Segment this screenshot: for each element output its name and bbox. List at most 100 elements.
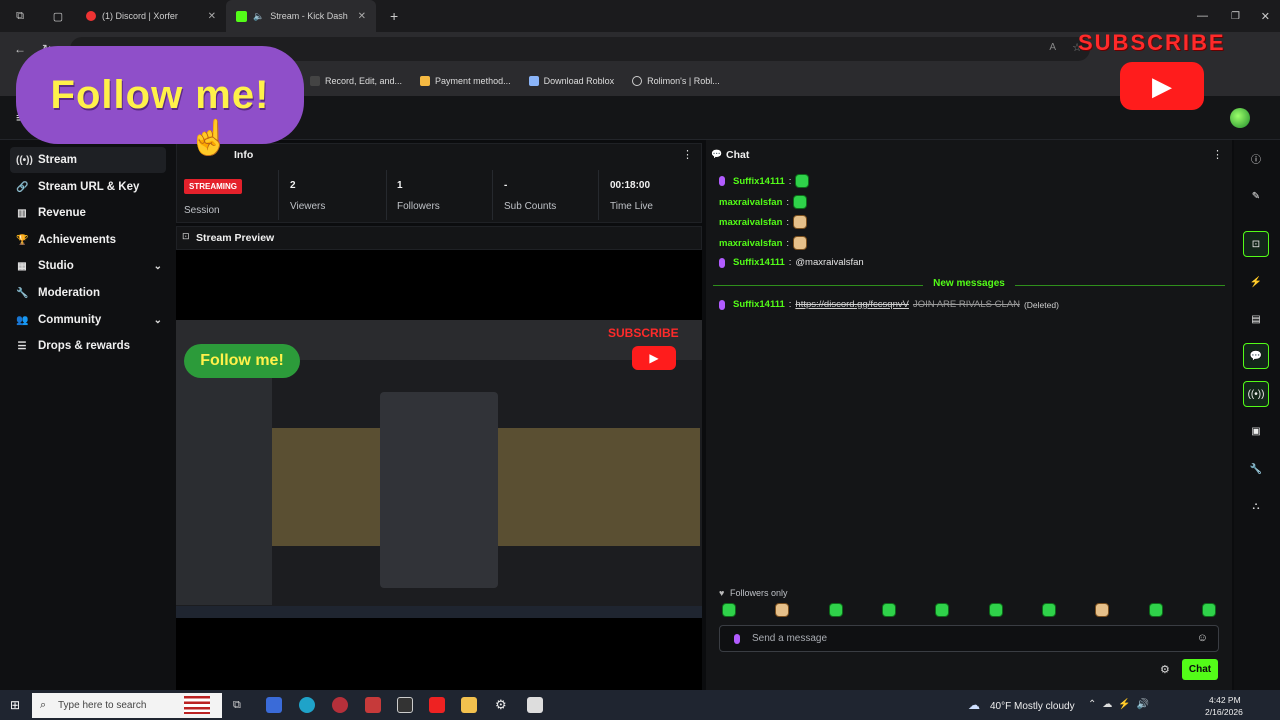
- taskbar-search[interactable]: ⌕ Type here to search: [32, 693, 222, 718]
- emote-icon[interactable]: [775, 603, 790, 617]
- stream-preview-toggle-icon[interactable]: ⊡: [1243, 231, 1269, 257]
- edit-icon[interactable]: ✎: [1243, 183, 1269, 209]
- chat-username[interactable]: maxraivalsfan: [719, 217, 782, 228]
- chat-send-button[interactable]: Chat: [1182, 659, 1218, 680]
- youtube-taskbar-icon[interactable]: [429, 697, 445, 713]
- sidebar-item-stream-url-key[interactable]: 🔗 Stream URL & Key: [10, 174, 166, 200]
- flag-icon: [184, 696, 210, 714]
- emote-icon[interactable]: [935, 603, 950, 617]
- bookmark-record[interactable]: Record, Edit, and...: [310, 76, 402, 86]
- clock-time[interactable]: 4:42 PM: [1209, 695, 1241, 705]
- bookmark-roblox[interactable]: Download Roblox: [528, 76, 614, 86]
- subscribe-text: SUBSCRIBE: [1078, 30, 1226, 55]
- app-taskbar-icon[interactable]: [365, 697, 381, 713]
- emote-icon[interactable]: [722, 603, 736, 617]
- chat-options-icon[interactable]: ⋮: [1212, 148, 1223, 161]
- layout-icon[interactable]: ▣: [1243, 418, 1269, 444]
- chat-icon: 💬: [711, 149, 723, 159]
- chat-username[interactable]: Suffix14111: [733, 176, 785, 187]
- app-taskbar-icon[interactable]: [397, 697, 413, 713]
- bookmark-payment[interactable]: Payment method...: [420, 76, 511, 86]
- flash-icon[interactable]: ⚡: [1243, 269, 1269, 295]
- chat-message: maxraivalsfan:: [719, 215, 808, 229]
- more-options-icon[interactable]: ⋮: [682, 148, 693, 161]
- tab-discord[interactable]: (1) Discord | Xorfer ✕: [76, 0, 226, 32]
- back-icon[interactable]: ←: [14, 42, 26, 56]
- emote-icon[interactable]: [881, 603, 896, 617]
- wrench-icon[interactable]: 🔧: [1243, 456, 1269, 482]
- weather-text[interactable]: 40°F Mostly cloudy: [990, 701, 1075, 712]
- emote-icon: [793, 195, 808, 209]
- read-aloud-icon[interactable]: A: [1049, 42, 1056, 53]
- restore-icon[interactable]: ❐: [1231, 11, 1240, 22]
- new-tab-icon[interactable]: +: [390, 8, 398, 24]
- emote-icon[interactable]: [828, 603, 843, 617]
- notes-icon[interactable]: ▤: [1243, 306, 1269, 332]
- store-icon[interactable]: [527, 697, 543, 713]
- mic-icon: [734, 634, 740, 644]
- share-icon[interactable]: ⛬: [1243, 493, 1269, 519]
- status-badge: STREAMING: [184, 179, 242, 194]
- search-icon: ⌕: [40, 699, 47, 711]
- followers-only-label: Followers only: [730, 588, 788, 598]
- sidebar-item-stream[interactable]: ((•)) Stream: [10, 147, 166, 173]
- youtube-icon: ▶: [1120, 62, 1204, 110]
- chat-input[interactable]: Send a message ☺: [719, 625, 1219, 652]
- emote-icon[interactable]: [988, 603, 1003, 617]
- tab-actions-icon[interactable]: ▢: [40, 10, 76, 23]
- emote-icon[interactable]: [1148, 603, 1163, 617]
- bookmark-rolimons[interactable]: Rolimon's | Robl...: [632, 76, 720, 86]
- emoji-icon[interactable]: ☺: [1197, 632, 1208, 644]
- right-rail: [1234, 140, 1280, 690]
- chat-link[interactable]: https://discord.gg/fccsqnvV: [795, 299, 909, 310]
- emote-icon: [793, 236, 808, 250]
- chat-settings-icon[interactable]: ⚙: [1160, 663, 1170, 676]
- stat-viewers-label: Viewers: [290, 201, 326, 212]
- emote-icon[interactable]: [1201, 603, 1216, 617]
- mini-youtube-icon: ▶: [632, 346, 676, 370]
- avatar[interactable]: [1230, 108, 1250, 128]
- sidebar-item-revenue[interactable]: ▥ Revenue: [10, 200, 166, 226]
- wrench-icon: 🔧: [16, 287, 29, 299]
- chat-username[interactable]: maxraivalsfan: [719, 197, 782, 208]
- workspaces-icon[interactable]: ⧉: [0, 10, 40, 23]
- chat-username[interactable]: maxraivalsfan: [719, 238, 782, 249]
- clock-date[interactable]: 2/16/2026: [1205, 707, 1243, 717]
- close-tab-icon[interactable]: ✕: [358, 11, 366, 22]
- close-tab-icon[interactable]: ✕: [208, 11, 216, 22]
- close-window-icon[interactable]: ✕: [1261, 10, 1270, 23]
- app-taskbar-icon[interactable]: [266, 697, 282, 713]
- people-icon: 👥: [16, 314, 29, 326]
- sidebar-item-studio[interactable]: ▦ Studio ⌄: [10, 253, 166, 279]
- audio-icon[interactable]: 🔈: [253, 11, 264, 22]
- sidebar-item-drops-rewards[interactable]: ☰ Drops & rewards: [10, 333, 166, 359]
- windows-start-icon[interactable]: ⊞: [10, 698, 20, 712]
- tab-kick[interactable]: 🔈 Stream - Kick Dash ✕: [226, 0, 376, 32]
- task-view-icon[interactable]: ⧉: [233, 699, 241, 712]
- broadcast-toggle-icon[interactable]: ((•)): [1243, 381, 1269, 407]
- emote-icon[interactable]: [1095, 603, 1110, 617]
- info-icon[interactable]: ⓘ: [1243, 145, 1269, 171]
- emote-icon[interactable]: [1041, 603, 1056, 617]
- play-icon: ▶: [1152, 70, 1172, 101]
- stat-subs-label: Sub Counts: [504, 201, 557, 212]
- sidebar-item-moderation[interactable]: 🔧 Moderation: [10, 280, 166, 306]
- chat-message: Suffix14111:: [719, 174, 810, 188]
- chat-username[interactable]: Suffix14111: [733, 257, 785, 268]
- sidebar-item-achievements[interactable]: 🏆 Achievements: [10, 227, 166, 253]
- folder-icon[interactable]: [461, 697, 477, 713]
- bookmark-icon: [310, 76, 320, 86]
- chevron-down-icon[interactable]: ⌄: [154, 261, 162, 272]
- sidebar-item-community[interactable]: 👥 Community ⌄: [10, 307, 166, 333]
- settings-icon[interactable]: ⚙: [495, 697, 507, 713]
- chat-username[interactable]: Suffix14111: [733, 299, 785, 310]
- grid-icon: ▦: [17, 260, 27, 272]
- tray-icons[interactable]: ⌃☁⚡🔊: [1088, 699, 1155, 710]
- edge-icon[interactable]: [299, 697, 315, 713]
- chat-toggle-icon[interactable]: 💬: [1243, 343, 1269, 369]
- chevron-down-icon[interactable]: ⌄: [154, 315, 162, 326]
- heart-icon: ♥: [719, 588, 725, 598]
- minimize-icon[interactable]: —: [1197, 10, 1208, 22]
- recorder-icon[interactable]: [332, 697, 348, 713]
- list-icon: ☰: [17, 340, 27, 352]
